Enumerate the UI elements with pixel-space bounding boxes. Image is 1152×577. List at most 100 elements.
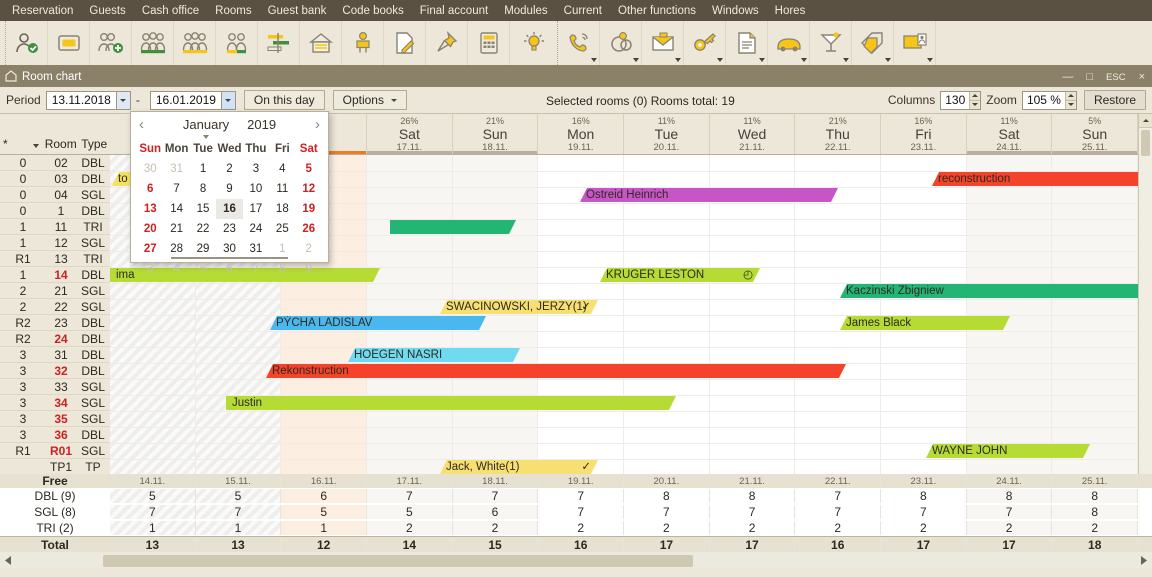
calendar-day[interactable]: 23 — [216, 219, 242, 239]
car-icon[interactable] — [768, 21, 810, 65]
horizontal-scrollbar[interactable] — [0, 551, 1152, 569]
room-row[interactable]: 221SGL — [0, 283, 110, 299]
vertical-scroll-thumb[interactable] — [1141, 130, 1150, 156]
group-green-icon[interactable] — [132, 21, 174, 65]
reservation-bar[interactable]: HOEGEN NASRI — [348, 348, 520, 362]
calendar-day[interactable]: 24 — [243, 219, 269, 239]
calendar-day[interactable]: 31 — [163, 159, 189, 179]
phone-icon[interactable] — [558, 21, 600, 65]
room-row[interactable]: 01DBL — [0, 203, 110, 219]
calendar-day[interactable]: 21 — [163, 219, 189, 239]
cocktail-icon[interactable] — [810, 21, 852, 65]
calendar-day[interactable]: 4 — [269, 159, 295, 179]
vertical-scrollbar[interactable] — [1138, 114, 1152, 474]
key-icon[interactable] — [684, 21, 726, 65]
calendar-day[interactable]: 6 — [216, 259, 242, 279]
calendar-day[interactable]: 2 — [216, 159, 242, 179]
room-row[interactable]: 336DBL — [0, 427, 110, 443]
calendar-day[interactable]: 9 — [216, 179, 242, 199]
chevron-down-icon[interactable] — [885, 58, 891, 62]
room-row[interactable]: 114DBL — [0, 267, 110, 283]
maximize-button[interactable]: □ — [1086, 71, 1093, 83]
reservation-bar[interactable]: Justin — [226, 396, 676, 410]
room-row[interactable]: 112SGL — [0, 235, 110, 251]
chevron-down-icon[interactable] — [221, 92, 235, 109]
chevron-down-icon[interactable] — [633, 58, 639, 62]
calendar-day[interactable]: 8 — [269, 259, 295, 279]
lightbulb-icon[interactable] — [510, 21, 558, 65]
calendar-day[interactable]: 4 — [163, 259, 189, 279]
calendar-prev-icon[interactable]: ‹ — [139, 116, 144, 133]
calendar-day[interactable]: 28 — [163, 239, 189, 259]
calendar-day[interactable]: 22 — [190, 219, 216, 239]
room-row[interactable]: R223DBL — [0, 315, 110, 331]
room-row[interactable]: 003DBL — [0, 171, 110, 187]
house-icon[interactable] — [300, 21, 342, 65]
zoom-spin-buttons[interactable] — [1065, 92, 1076, 109]
room-row[interactable]: TP1TP — [0, 459, 110, 475]
calendar-day[interactable]: 19 — [296, 199, 322, 219]
room-row[interactable]: 333SGL — [0, 379, 110, 395]
calendar-day[interactable]: 2 — [296, 239, 322, 259]
close-button[interactable]: × — [1139, 71, 1145, 83]
menu-item-rooms[interactable]: Rooms — [207, 1, 259, 21]
menu-item-hores[interactable]: Hores — [767, 1, 814, 21]
add-group-icon[interactable] — [90, 21, 132, 65]
room-row[interactable]: 004SGL — [0, 187, 110, 203]
room-row[interactable]: 111TRI — [0, 219, 110, 235]
reservation-bar[interactable]: Ostreid Heinrich — [580, 188, 838, 202]
guest-check-icon[interactable] — [6, 21, 48, 65]
calendar-day[interactable]: 6 — [137, 179, 163, 199]
scroll-right-button[interactable] — [1135, 553, 1152, 569]
calendar-day[interactable]: 18 — [269, 199, 295, 219]
chevron-down-icon[interactable] — [843, 58, 849, 62]
reservation-bar[interactable]: reconstruction — [932, 172, 1138, 186]
calendar-day[interactable]: 5 — [296, 159, 322, 179]
horizontal-scroll-thumb[interactable] — [103, 555, 693, 567]
period-to-input[interactable]: 16.01.2019 — [150, 91, 236, 110]
on-this-day-button[interactable]: On this day — [244, 90, 325, 110]
tags-icon[interactable] — [852, 21, 894, 65]
calendar-day[interactable]: 3 — [243, 159, 269, 179]
report-icon[interactable] — [726, 21, 768, 65]
calendar-popup[interactable]: ‹ January 2019 › SunMonTueWedThuFriSat30… — [130, 111, 329, 263]
day-header-cell[interactable]: 11%Tue20.11. — [624, 114, 710, 154]
calendar-day[interactable]: 16 — [216, 199, 242, 219]
day-header-cell[interactable]: 11%Sat24.11. — [967, 114, 1053, 154]
day-header-cell[interactable]: 21%Thu22.11. — [795, 114, 881, 154]
day-header-cell[interactable]: 26%Sat17.11. — [367, 114, 453, 154]
calendar-day[interactable]: 7 — [243, 259, 269, 279]
calendar-day[interactable]: 29 — [190, 239, 216, 259]
reservation-bar[interactable]: Rekonstruction — [266, 364, 846, 378]
calendar-day[interactable]: 5 — [190, 259, 216, 279]
columns-spin-buttons[interactable] — [969, 92, 980, 109]
calendar-day[interactable]: 10 — [243, 179, 269, 199]
reservation-bar[interactable]: Jack, White(1)✓ — [440, 460, 598, 474]
chevron-down-icon[interactable] — [675, 58, 681, 62]
day-header-cell[interactable]: 16%Fri23.11. — [881, 114, 967, 154]
chevron-down-icon[interactable] — [591, 58, 597, 62]
chevron-down-icon[interactable] — [717, 58, 723, 62]
period-from-input[interactable]: 13.11.2018 — [46, 91, 131, 110]
couple-icon[interactable] — [216, 21, 258, 65]
menu-item-cash-office[interactable]: Cash office — [134, 1, 207, 21]
room-row[interactable]: R224DBL — [0, 331, 110, 347]
calendar-day[interactable]: 1 — [269, 239, 295, 259]
calendar-day[interactable]: 13 — [137, 199, 163, 219]
calendar-day[interactable]: 14 — [163, 199, 189, 219]
day-header-cell[interactable]: 11%Wed21.11. — [710, 114, 796, 154]
reservation-bar[interactable] — [390, 220, 516, 234]
menu-item-guest-bank[interactable]: Guest bank — [260, 1, 335, 21]
menu-item-windows[interactable]: Windows — [704, 1, 767, 21]
room-type-header[interactable]: Type — [78, 137, 110, 154]
room-row[interactable]: 332DBL — [0, 363, 110, 379]
menu-item-modules[interactable]: Modules — [496, 1, 555, 21]
day-header-cell[interactable]: 16%Mon19.11. — [538, 114, 624, 154]
person-yellow-icon[interactable] — [342, 21, 384, 65]
zoom-stepper[interactable]: 105 % — [1022, 91, 1077, 110]
calendar-day[interactable]: 3 — [137, 259, 163, 279]
calendar-day[interactable]: 8 — [190, 179, 216, 199]
calendar-day[interactable]: 25 — [269, 219, 295, 239]
mail-icon[interactable] — [642, 21, 684, 65]
options-button[interactable]: Options — [333, 90, 407, 110]
